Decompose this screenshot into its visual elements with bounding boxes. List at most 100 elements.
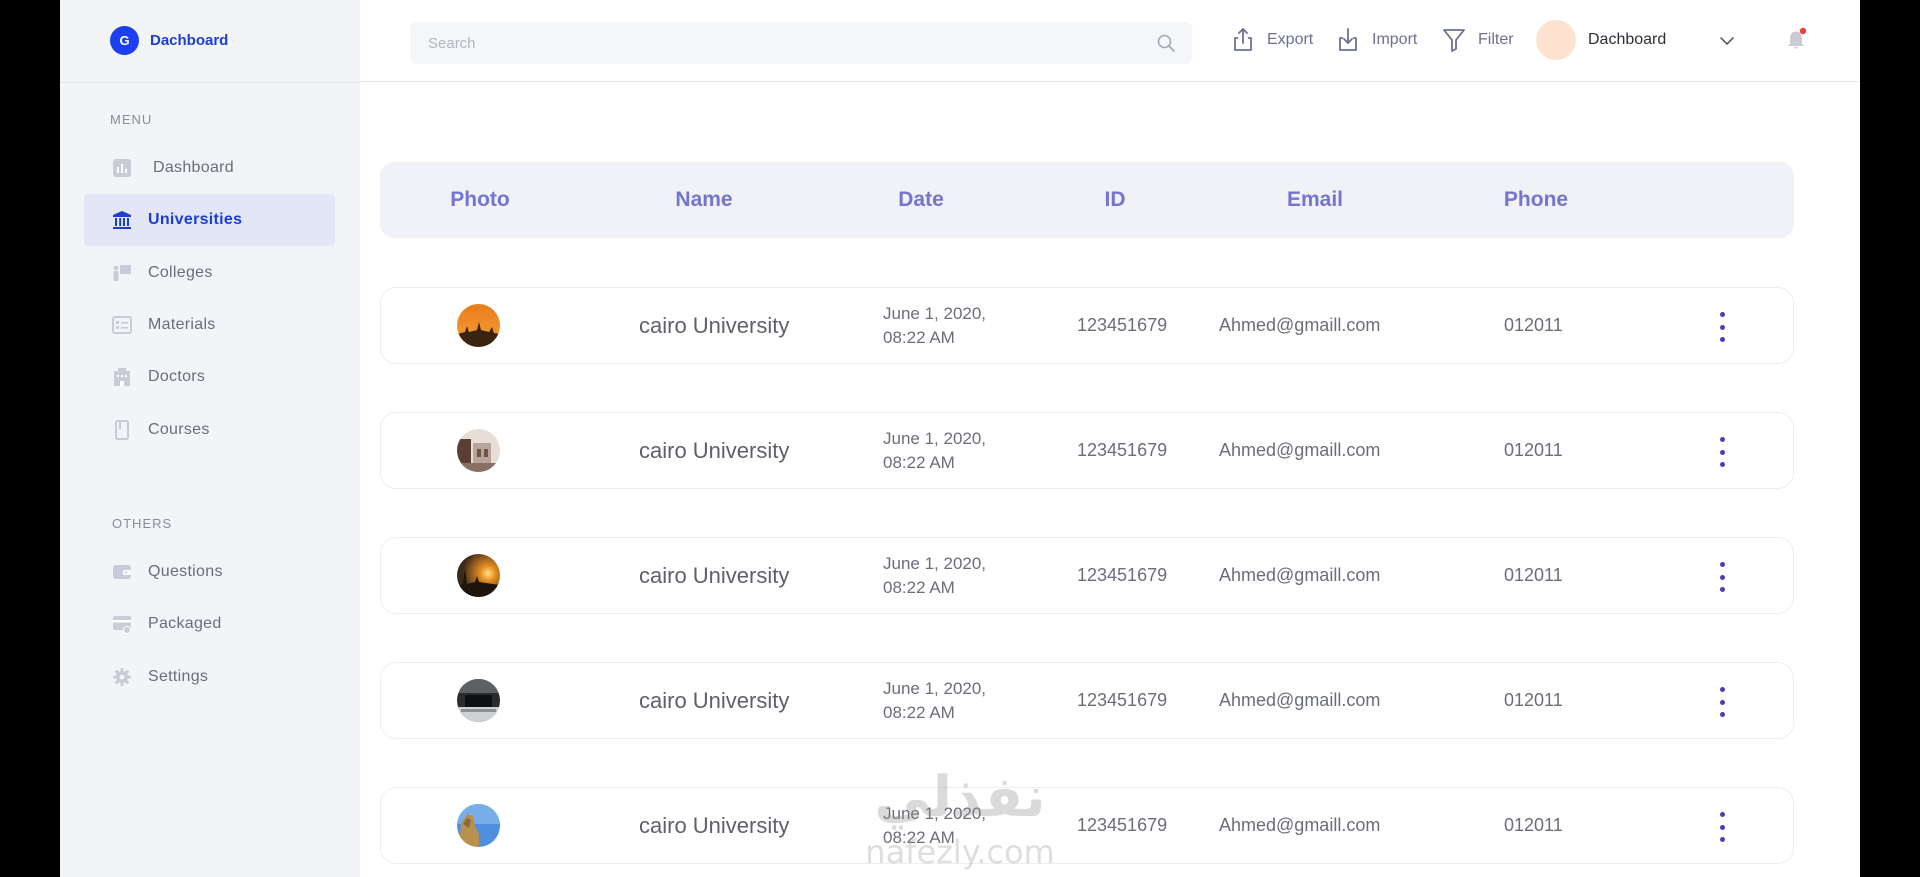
sidebar: G Dachboard MENU Dashboard Universities … <box>60 0 360 877</box>
row-date: June 1, 2020, 08:22 AM <box>883 663 986 738</box>
sidebar-item-questions[interactable]: Questions <box>84 546 335 598</box>
table-row[interactable]: cairo University June 1, 2020, 08:22 AM … <box>380 787 1794 864</box>
row-date-day: June 1, 2020, <box>883 303 987 323</box>
row-email: Ahmed@gmaill.com <box>1219 440 1381 460</box>
search-icon[interactable] <box>1156 33 1176 53</box>
row-email: Ahmed@gmaill.com <box>1219 815 1381 835</box>
search-box <box>410 22 1192 64</box>
row-date-day: June 1, 2020, <box>883 678 987 698</box>
sidebar-item-settings[interactable]: Settings <box>84 651 335 703</box>
table-header: Photo Name Date ID Email Phone <box>380 162 1794 238</box>
row-id: 123451679 <box>1077 315 1168 335</box>
sidebar-item-colleges[interactable]: Colleges <box>84 247 335 299</box>
row-name: cairo University <box>639 562 790 588</box>
app-window: G Dachboard MENU Dashboard Universities … <box>60 0 1860 877</box>
filter-button[interactable]: Filter <box>1440 26 1514 54</box>
sidebar-item-doctors[interactable]: Doctors <box>84 351 335 403</box>
more-options-icon[interactable] <box>1707 810 1737 844</box>
import-icon <box>1339 28 1357 51</box>
import-button[interactable]: Import <box>1334 26 1417 54</box>
export-button[interactable]: Export <box>1229 26 1313 54</box>
column-header-id[interactable]: ID <box>1105 162 1126 238</box>
more-options-icon[interactable] <box>1707 685 1737 719</box>
table-row[interactable]: cairo University June 1, 2020, 08:22 AM … <box>380 412 1794 489</box>
menu-section-label: MENU <box>110 112 153 127</box>
sidebar-item-materials[interactable]: Materials <box>84 299 335 351</box>
row-phone: 012011 <box>1504 565 1563 585</box>
search-input[interactable] <box>428 22 1128 64</box>
filter-icon <box>1443 29 1465 52</box>
sidebar-item-label: Doctors <box>148 368 206 385</box>
sidebar-item-label: Packaged <box>148 615 222 632</box>
list-doc-icon <box>112 315 132 335</box>
export-icon <box>1234 28 1252 51</box>
bar-chart-icon <box>112 158 132 178</box>
column-header-email[interactable]: Email <box>1287 162 1343 238</box>
row-photo <box>457 429 500 472</box>
row-date: June 1, 2020, 08:22 AM <box>883 413 986 488</box>
more-options-icon[interactable] <box>1707 560 1737 594</box>
table-row[interactable]: cairo University June 1, 2020, 08:22 AM … <box>380 662 1794 739</box>
column-header-name[interactable]: Name <box>675 162 732 238</box>
card-icon <box>112 614 132 634</box>
sidebar-divider <box>60 82 360 83</box>
row-date-time: 08:22 AM <box>883 327 955 347</box>
row-date-time: 08:22 AM <box>883 702 955 722</box>
bell-icon[interactable] <box>1784 26 1810 52</box>
row-name: cairo University <box>639 312 790 338</box>
export-label: Export <box>1267 31 1314 48</box>
row-name: cairo University <box>639 437 790 463</box>
row-email: Ahmed@gmaill.com <box>1219 690 1381 710</box>
sidebar-item-label: Dashboard <box>153 159 234 176</box>
column-header-photo[interactable]: Photo <box>450 162 509 238</box>
table-row[interactable]: cairo University June 1, 2020, 08:22 AM … <box>380 537 1794 614</box>
wallet-icon <box>112 562 132 582</box>
row-date-day: June 1, 2020, <box>883 553 987 573</box>
book-icon <box>112 420 132 440</box>
brand-logo: G <box>110 25 139 55</box>
row-email: Ahmed@gmaill.com <box>1219 565 1381 585</box>
chevron-down-icon[interactable] <box>1718 32 1736 50</box>
row-date: June 1, 2020, 08:22 AM <box>883 788 986 863</box>
sidebar-item-dashboard[interactable]: Dashboard <box>84 142 335 194</box>
row-phone: 012011 <box>1504 690 1563 710</box>
row-phone: 012011 <box>1504 315 1563 335</box>
row-photo <box>457 554 500 597</box>
row-date: June 1, 2020, 08:22 AM <box>883 288 986 363</box>
row-date-day: June 1, 2020, <box>883 428 987 448</box>
row-name: cairo University <box>639 687 790 713</box>
sidebar-item-label: Questions <box>148 563 223 580</box>
row-date-time: 08:22 AM <box>883 577 955 597</box>
more-options-icon[interactable] <box>1707 310 1737 344</box>
row-phone: 012011 <box>1504 815 1563 835</box>
sidebar-item-label: Universities <box>148 211 243 228</box>
row-name: cairo University <box>639 812 790 838</box>
column-header-phone[interactable]: Phone <box>1504 162 1568 238</box>
more-options-icon[interactable] <box>1707 435 1737 469</box>
user-menu[interactable]: Dachboard <box>1536 19 1666 61</box>
column-header-date[interactable]: Date <box>898 162 944 238</box>
row-date: June 1, 2020, 08:22 AM <box>883 538 986 613</box>
others-section-label: OTHERS <box>112 516 173 531</box>
table-row[interactable]: cairo University June 1, 2020, 08:22 AM … <box>380 287 1794 364</box>
top-bar: Export Import Filter Dachboard <box>360 0 1860 82</box>
avatar <box>1536 20 1576 60</box>
row-photo <box>457 804 500 847</box>
sidebar-item-universities[interactable]: Universities <box>84 194 335 246</box>
row-id: 123451679 <box>1077 690 1168 710</box>
brand[interactable]: G Dachboard <box>110 25 228 55</box>
sidebar-item-label: Settings <box>148 668 209 685</box>
row-photo <box>457 304 500 347</box>
sidebar-item-label: Courses <box>148 421 210 438</box>
row-date-time: 08:22 AM <box>883 452 955 472</box>
sidebar-item-label: Colleges <box>148 264 213 281</box>
sidebar-item-packaged[interactable]: Packaged <box>84 598 335 650</box>
filter-label: Filter <box>1478 31 1514 48</box>
sidebar-item-courses[interactable]: Courses <box>84 404 335 456</box>
institution-icon <box>112 210 132 230</box>
row-id: 123451679 <box>1077 565 1168 585</box>
gear-icon <box>112 667 132 687</box>
brand-name: Dachboard <box>150 31 229 49</box>
row-date-day: June 1, 2020, <box>883 803 987 823</box>
import-label: Import <box>1372 31 1418 48</box>
